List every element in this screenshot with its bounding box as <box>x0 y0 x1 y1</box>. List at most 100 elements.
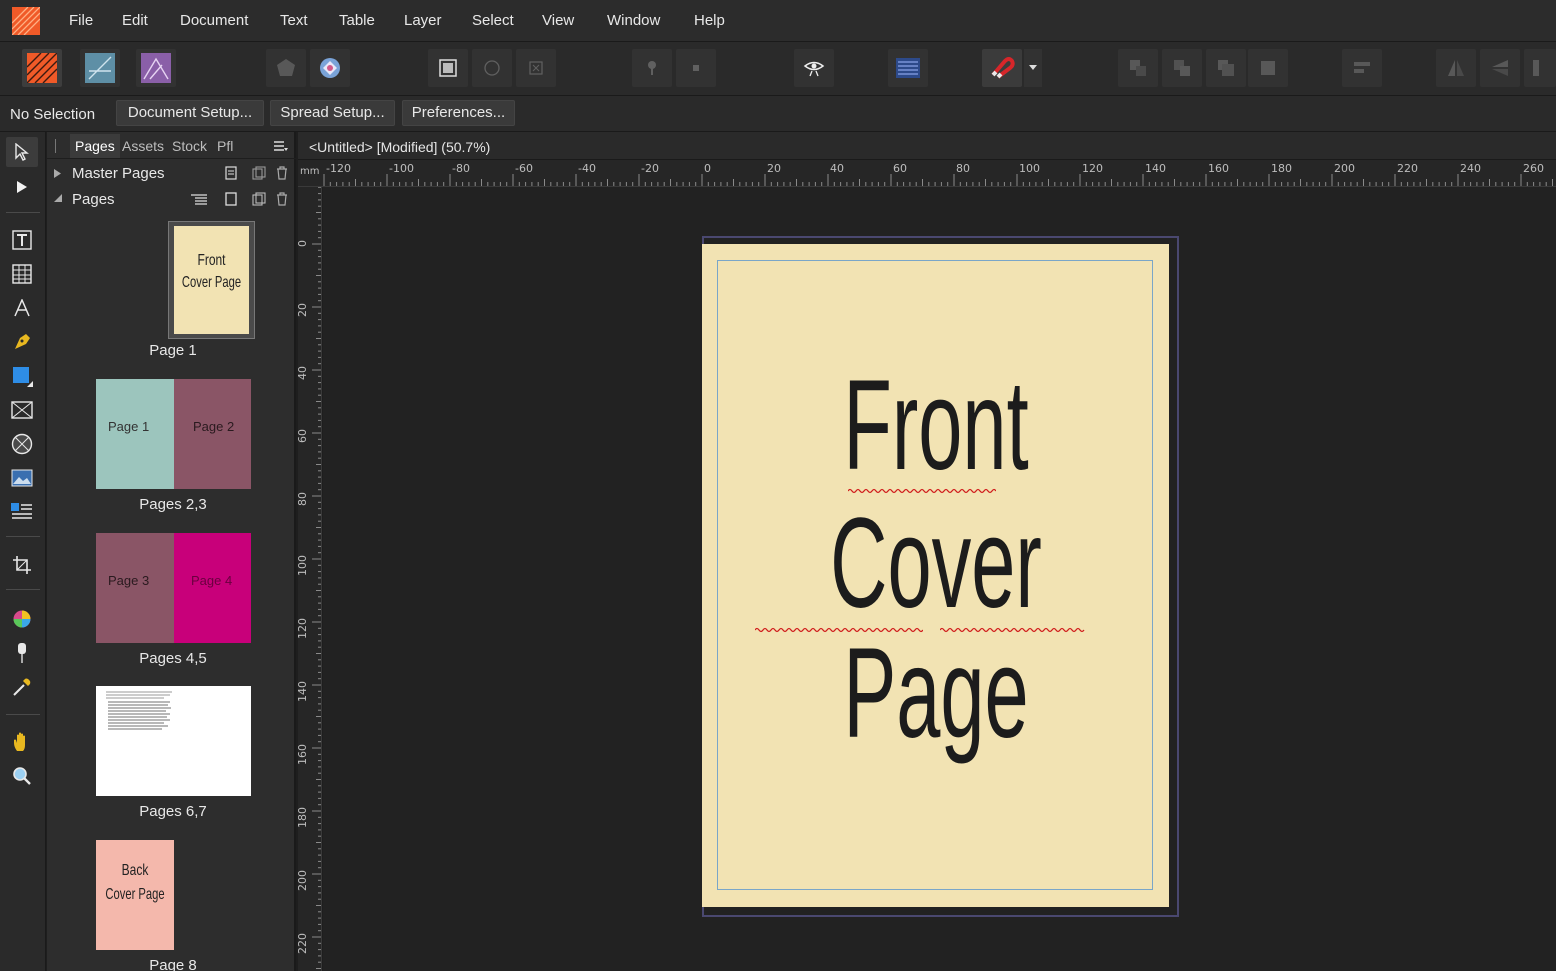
document-canvas[interactable]: Front Cover Page <box>323 187 1556 971</box>
assistant-button[interactable] <box>310 49 350 87</box>
duplicate-master-icon[interactable] <box>252 166 266 180</box>
circle-icon <box>484 60 500 76</box>
snapping-dropdown[interactable] <box>1024 49 1042 87</box>
ruler-label: 220 <box>298 933 309 954</box>
affinity-publisher-logo[interactable] <box>12 7 40 35</box>
pen-tool[interactable] <box>6 327 38 357</box>
pin-button[interactable] <box>632 49 672 87</box>
image-icon <box>11 469 33 487</box>
ellipse-frame-tool[interactable] <box>6 429 38 459</box>
photo-persona-button[interactable] <box>136 49 176 87</box>
designer-persona-button[interactable] <box>80 49 120 87</box>
preferences-button[interactable]: Preferences... <box>402 100 515 126</box>
rectangle-frame-tool[interactable] <box>6 395 38 425</box>
add-master-icon[interactable] <box>225 166 237 180</box>
menu-window[interactable]: Window <box>607 12 660 29</box>
align-button[interactable] <box>1342 49 1382 87</box>
ruler-label: 80 <box>956 162 970 175</box>
context-toolbar: No Selection Document Setup... Spread Se… <box>0 96 1556 132</box>
arrange-back-one-icon <box>1174 60 1190 76</box>
spread-right-page: Page 2 <box>174 379 251 489</box>
tab-assets[interactable]: Assets <box>122 138 164 154</box>
add-page-icon[interactable] <box>225 192 237 206</box>
delete-page-icon[interactable] <box>276 192 288 206</box>
node-pointer-icon <box>17 181 27 193</box>
menu-document[interactable]: Document <box>180 12 248 29</box>
move-forward-one-button[interactable] <box>1206 49 1246 87</box>
frame-text-tool[interactable] <box>6 225 38 255</box>
spread-thumbnail-2-3[interactable]: Page 1 Page 2 <box>96 379 251 489</box>
move-to-front-button[interactable] <box>1248 49 1288 87</box>
crop-tool[interactable] <box>6 550 38 580</box>
menu-select[interactable]: Select <box>472 12 514 29</box>
view-mode-clip-button[interactable] <box>516 49 556 87</box>
cover-title-line1[interactable]: Front <box>801 361 1071 491</box>
view-mode-bleed-button[interactable] <box>472 49 512 87</box>
page-thumbnail-8[interactable]: Back Cover Page <box>96 840 174 950</box>
margin-guide: Front Cover Page <box>717 260 1153 890</box>
menu-view[interactable]: View <box>542 12 574 29</box>
menu-file[interactable]: File <box>69 12 93 29</box>
vector-crop-tool-alt[interactable] <box>6 497 38 527</box>
rectangle-tool[interactable] <box>6 361 38 391</box>
color-wheel-icon <box>13 610 31 628</box>
spread-setup-button[interactable]: Spread Setup... <box>270 100 395 126</box>
place-image-tool[interactable] <box>6 463 38 493</box>
expand-right-icon[interactable] <box>54 169 61 178</box>
horizontal-ruler[interactable]: mm -120 -100 -80 -60 -40 -20 0 20 40 60 80 100 120 14… <box>298 160 1556 187</box>
tool-separator <box>6 589 40 590</box>
thumb-text-line2: Cover Page <box>105 886 165 903</box>
preview-mode-button[interactable] <box>794 49 834 87</box>
tab-preflight[interactable]: Pfl <box>217 138 233 154</box>
pages-section[interactable]: Pages <box>47 187 296 211</box>
color-picker-tool[interactable] <box>6 672 38 702</box>
menu-edit[interactable]: Edit <box>122 12 148 29</box>
tab-stock[interactable]: Stock <box>172 138 207 154</box>
panel-grip[interactable] <box>55 139 56 153</box>
anchor-button[interactable] <box>676 49 716 87</box>
menu-layer[interactable]: Layer <box>404 12 442 29</box>
thumb-text-line1: Front <box>197 252 226 269</box>
preflight-button[interactable] <box>266 49 306 87</box>
page-options-icon[interactable] <box>190 192 208 206</box>
page-thumbnail-1[interactable]: Front Cover Page <box>168 221 255 339</box>
page-front-cover[interactable]: Front Cover Page <box>702 244 1169 907</box>
baseline-grid-button[interactable] <box>888 49 928 87</box>
ruler-label: 260 <box>1523 162 1544 175</box>
duplicate-page-icon[interactable] <box>252 192 266 206</box>
ruler-label: 0 <box>298 240 309 247</box>
designer-persona-icon <box>85 53 115 83</box>
ruler-label: 0 <box>704 162 711 175</box>
snapping-button[interactable] <box>982 49 1022 87</box>
spread-thumbnail-4-5[interactable]: Page 3 Page 4 <box>96 533 251 643</box>
delete-master-icon[interactable] <box>276 166 288 180</box>
fill-tool[interactable] <box>6 604 38 634</box>
move-to-back-button[interactable] <box>1118 49 1158 87</box>
view-mode-normal-button[interactable] <box>428 49 468 87</box>
rotate-button[interactable] <box>1524 49 1556 87</box>
transparency-tool[interactable] <box>6 638 38 668</box>
publisher-persona-button[interactable] <box>22 49 62 87</box>
ruler-label: 80 <box>298 492 309 506</box>
node-tool[interactable] <box>6 172 38 202</box>
flip-vertical-button[interactable] <box>1480 49 1520 87</box>
artistic-text-tool[interactable] <box>6 293 38 323</box>
flip-horizontal-button[interactable] <box>1436 49 1476 87</box>
zoom-tool[interactable] <box>6 761 38 791</box>
document-setup-button[interactable]: Document Setup... <box>116 100 264 126</box>
expand-down-icon[interactable] <box>54 194 62 202</box>
master-pages-section[interactable]: Master Pages <box>47 161 296 185</box>
menu-table[interactable]: Table <box>339 12 375 29</box>
move-tool[interactable] <box>6 137 38 167</box>
vertical-ruler[interactable]: 0 20 40 60 80 100 120 140 160 180 200 220 <box>298 187 322 971</box>
move-back-one-button[interactable] <box>1162 49 1202 87</box>
table-tool[interactable] <box>6 259 38 289</box>
panel-menu-icon[interactable] <box>274 141 288 151</box>
menu-text[interactable]: Text <box>280 12 308 29</box>
menu-help[interactable]: Help <box>694 12 725 29</box>
spread-thumbnail-6-7[interactable] <box>96 686 251 796</box>
ruler-label: 180 <box>298 807 309 828</box>
tab-pages[interactable]: Pages <box>70 134 120 158</box>
view-tool[interactable] <box>6 727 38 757</box>
document-tab[interactable]: <Untitled> [Modified] (50.7%) <box>298 132 1556 160</box>
